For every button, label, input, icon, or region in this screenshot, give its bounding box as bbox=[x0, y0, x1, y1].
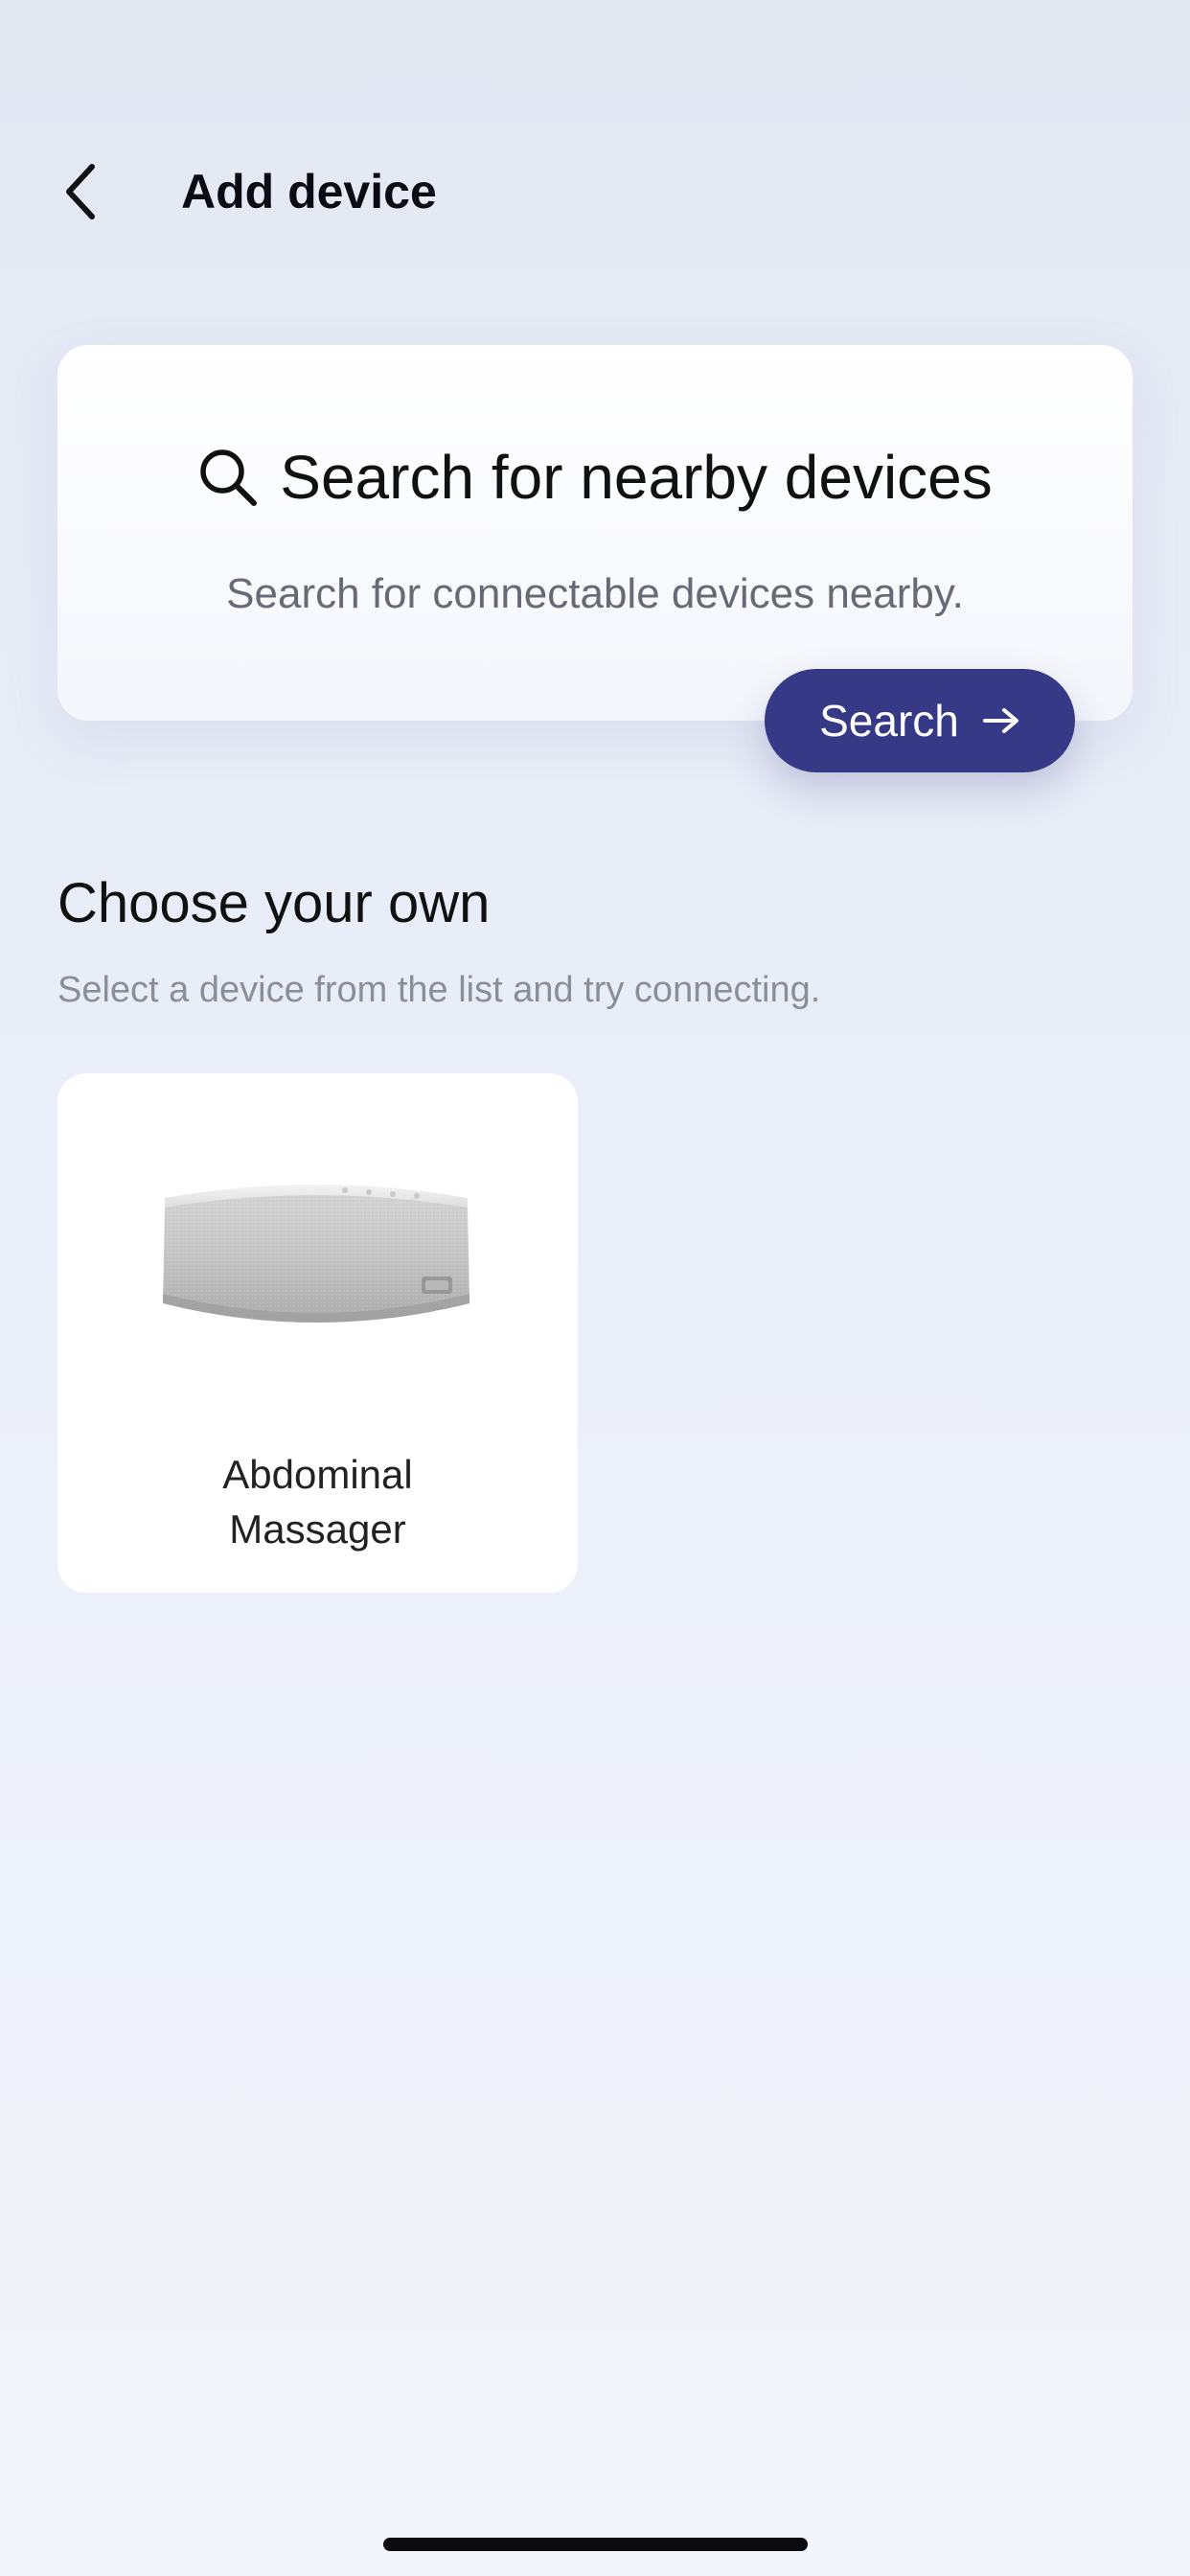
search-nearby-card: Search for nearby devices Search for con… bbox=[57, 345, 1133, 721]
page-title: Add device bbox=[181, 165, 437, 218]
search-icon bbox=[200, 449, 258, 506]
home-indicator bbox=[383, 2538, 808, 2551]
back-button[interactable] bbox=[46, 157, 115, 226]
header: Add device bbox=[0, 144, 1190, 240]
chevron-left-icon bbox=[66, 164, 95, 219]
device-card[interactable]: Abdominal Massager bbox=[57, 1073, 578, 1593]
section-subtitle: Select a device from the list and try co… bbox=[57, 970, 821, 1010]
search-card-subtitle: Search for connectable devices nearby. bbox=[226, 570, 964, 617]
search-card-title: Search for nearby devices bbox=[280, 443, 993, 512]
device-name: Abdominal Massager bbox=[222, 1452, 413, 1552]
search-button[interactable]: Search bbox=[765, 669, 1075, 772]
arrow-right-icon bbox=[982, 708, 1018, 733]
section-title: Choose your own bbox=[57, 872, 491, 934]
abdominal-massager-image bbox=[163, 1184, 469, 1322]
search-button-label: Search bbox=[819, 696, 959, 746]
search-card-title-row: Search for nearby devices bbox=[57, 441, 1133, 514]
